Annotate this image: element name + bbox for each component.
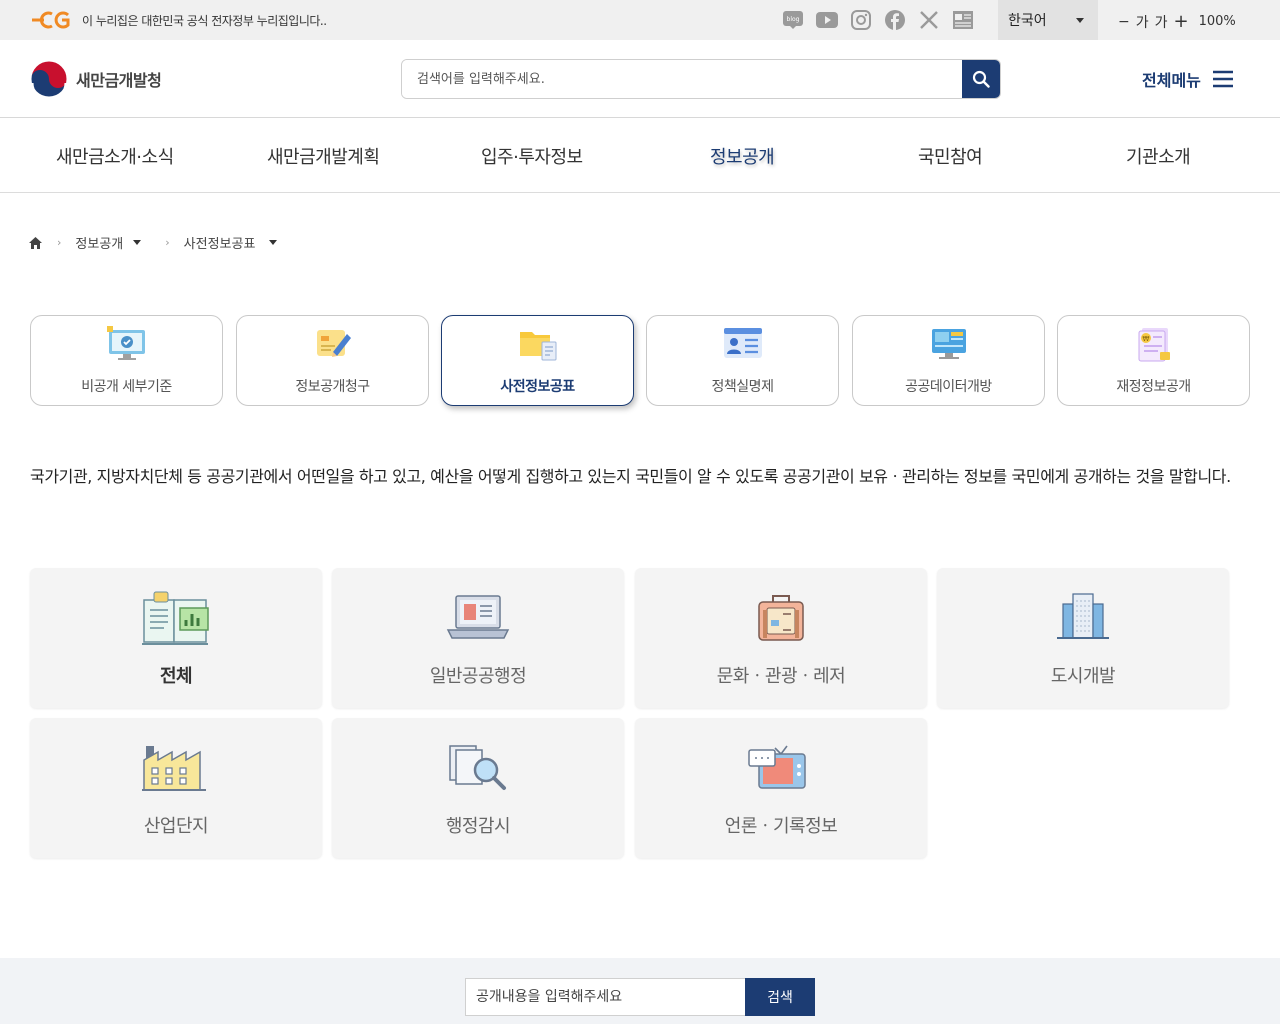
disclosure-search-input[interactable] (465, 978, 746, 1016)
category-label: 일반공공행정 (429, 666, 527, 687)
category-label: 언론ㆍ기록정보 (724, 816, 838, 837)
chevron-right-icon: › (165, 236, 170, 249)
facebook-icon[interactable] (884, 9, 906, 31)
language-label: 한국어 (1008, 13, 1047, 29)
chevron-down-icon (1076, 18, 1084, 23)
breadcrumb-level2[interactable]: 사전정보공표 (184, 233, 256, 252)
sns-links: blog (782, 9, 974, 31)
hamburger-icon (1212, 70, 1233, 88)
tab-disclosure-request[interactable]: 정보공개청구 (236, 315, 429, 406)
main-navigation: 새만금소개·소식 새만금개발계획 입주·투자정보 정보공개 국민참여 기관소개 (0, 118, 1280, 193)
gov-notice: 이 누리집은 대한민국 공식 전자정부 누리집입니다.. (82, 14, 327, 28)
taegeuk-logo-icon (30, 60, 68, 98)
all-menu-button[interactable]: 전체메뉴 (1142, 67, 1233, 91)
youtube-icon[interactable] (816, 9, 838, 31)
instagram-icon[interactable] (850, 9, 872, 31)
home-icon[interactable] (28, 236, 43, 250)
svg-text:blog: blog (787, 16, 800, 23)
chevron-down-icon[interactable] (269, 240, 278, 245)
nav-item-investment-info[interactable]: 입주·투자정보 (481, 143, 583, 169)
tab-finance-info[interactable]: ₩ 재정정보공개 (1057, 315, 1250, 406)
zoom-level: 100% (1198, 14, 1236, 29)
factory-icon (142, 746, 206, 791)
x-icon[interactable] (918, 9, 940, 31)
nav-item-development-plan[interactable]: 새만금개발계획 (267, 143, 380, 169)
category-label: 전체 (159, 666, 193, 687)
header-search (401, 59, 1001, 99)
category-press-records[interactable]: 언론ㆍ기록정보 (635, 718, 927, 858)
suitcase-icon (758, 595, 804, 641)
profile-list-icon (724, 328, 762, 358)
category-label: 문화ㆍ관광ㆍ레저 (716, 666, 846, 687)
nav-item-agency-intro[interactable]: 기관소개 (1126, 143, 1191, 169)
tab-prior-disclosure[interactable]: 사전정보공표 (441, 315, 634, 406)
site-logo[interactable]: 새만금개발청 (30, 60, 162, 98)
font-decrease-button[interactable]: − (1118, 14, 1130, 30)
tab-label: 비공개 세부기준 (81, 379, 172, 395)
font-small-label: 가 (1135, 14, 1149, 31)
breadcrumb-level1[interactable]: 정보공개 (75, 233, 123, 252)
all-menu-label: 전체메뉴 (1142, 71, 1201, 90)
chevron-down-icon[interactable] (133, 240, 142, 245)
category-industrial-complex[interactable]: 산업단지 (30, 718, 322, 858)
category-culture-tourism[interactable]: 문화ㆍ관광ㆍ레저 (635, 568, 927, 708)
search-input[interactable] (402, 60, 964, 98)
laptop-icon (446, 595, 510, 639)
category-label: 산업단지 (143, 816, 209, 837)
tab-label: 재정정보공개 (1116, 379, 1191, 395)
breadcrumb: › 정보공개 › 사전정보공표 (28, 233, 278, 252)
tab-label: 공공데이터개방 (905, 379, 992, 395)
blog-icon[interactable]: blog (782, 9, 804, 31)
nav-item-public-participation[interactable]: 국민참여 (918, 143, 983, 169)
category-label: 도시개발 (1050, 666, 1116, 687)
category-administrative-oversight[interactable]: 행정감시 (332, 718, 624, 858)
category-urban-development[interactable]: 도시개발 (937, 568, 1229, 708)
nav-item-saemangeum-news[interactable]: 새만금소개·소식 (56, 143, 174, 169)
site-name: 새만금개발청 (76, 71, 162, 90)
tab-label: 사전정보공표 (500, 379, 575, 395)
monitor-check-icon (107, 326, 145, 360)
gov-banner: 이 누리집은 대한민국 공식 전자정부 누리집입니다.. blog 한국어 − … (0, 0, 1280, 40)
search-icon (972, 70, 990, 88)
category-general-administration[interactable]: 일반공공행정 (332, 568, 624, 708)
building-icon (1057, 593, 1109, 639)
data-screen-icon (932, 329, 966, 359)
finance-document-icon: ₩ (1138, 328, 1170, 362)
egov-logo-icon (32, 11, 70, 29)
folder-document-icon (520, 332, 557, 361)
page-description: 국가기관, 지방자치단체 등 공공기관에서 어떤일을 하고 있고, 예산을 어떻… (30, 467, 1231, 486)
tv-speech-icon (748, 745, 806, 789)
font-increase-button[interactable]: + (1174, 11, 1189, 32)
tab-public-data[interactable]: 공공데이터개방 (852, 315, 1045, 406)
font-large-label: 가 (1154, 14, 1168, 31)
tab-label: 정책실명제 (711, 379, 774, 395)
font-size-controls: − 가 가 + 100% (1118, 11, 1236, 32)
site-header: 새만금개발청 전체메뉴 (0, 40, 1280, 118)
pen-note-icon (317, 330, 351, 357)
disclosure-search-button[interactable]: 검색 (745, 978, 815, 1016)
category-all[interactable]: 전체 (30, 568, 322, 708)
magnifier-documents-icon (449, 745, 506, 790)
search-button[interactable] (962, 60, 1000, 98)
tab-label: 정보공개청구 (295, 379, 370, 395)
language-select[interactable]: 한국어 (998, 0, 1098, 40)
svg-text:₩: ₩ (1143, 335, 1150, 343)
category-label: 행정감시 (445, 816, 511, 837)
tab-nondisclosure-criteria[interactable]: 비공개 세부기준 (30, 315, 223, 406)
nav-item-information-disclosure[interactable]: 정보공개 (710, 143, 775, 169)
tab-policy-real-name[interactable]: 정책실명제 (646, 315, 839, 406)
chevron-right-icon: › (57, 236, 62, 249)
book-chart-icon (142, 591, 209, 645)
newspaper-icon[interactable] (952, 9, 974, 31)
disclosure-search-bar: 검색 (0, 958, 1280, 1024)
